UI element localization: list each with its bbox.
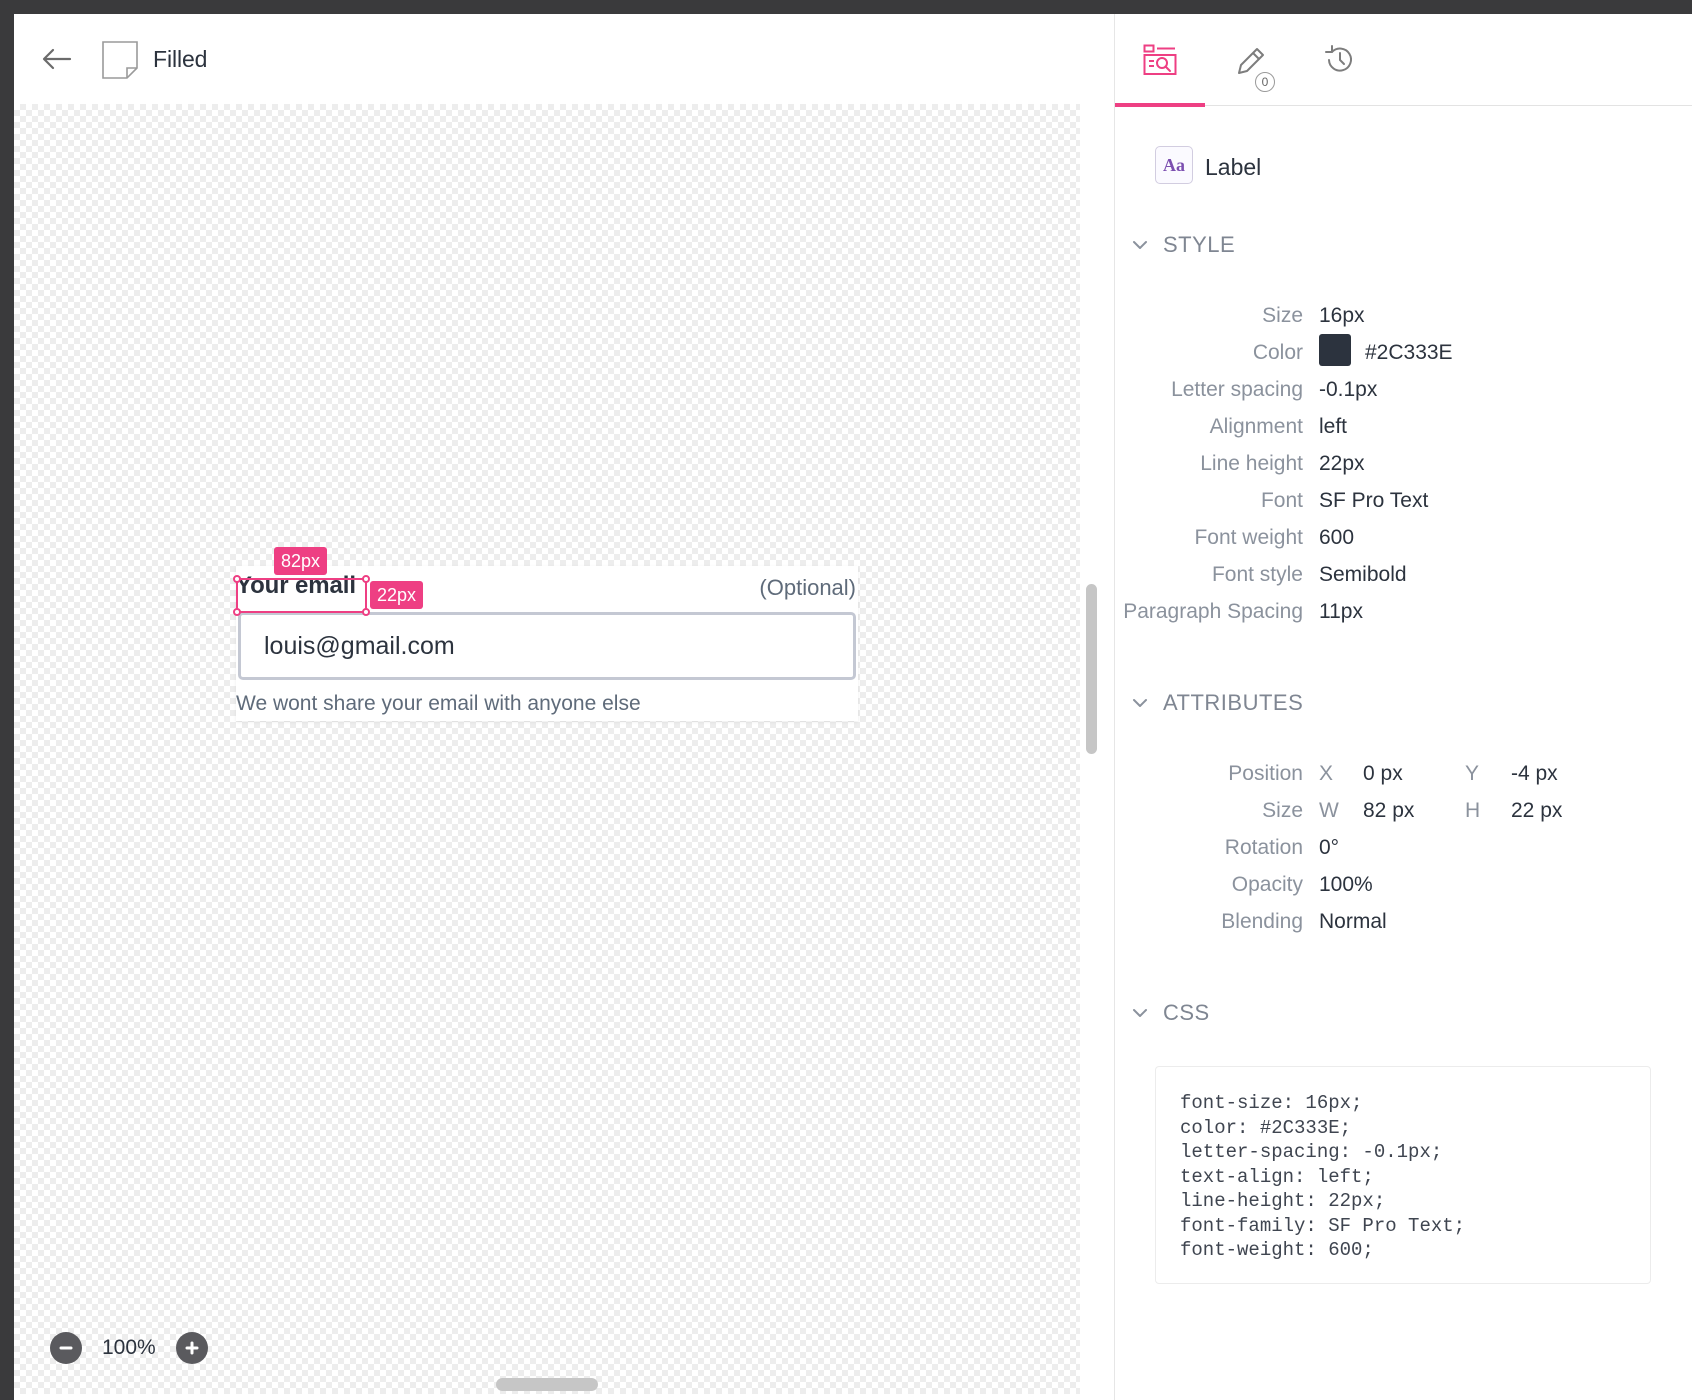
css-line: font-weight: 600; <box>1180 1239 1374 1261</box>
tab-inspect[interactable] <box>1115 14 1205 107</box>
plus-icon <box>185 1341 199 1355</box>
prop-label: Alignment <box>1209 415 1303 438</box>
prop-value[interactable]: SF Pro Text <box>1319 489 1428 513</box>
help-text[interactable]: We wont share your email with anyone els… <box>236 692 641 716</box>
tab-history[interactable] <box>1295 14 1385 106</box>
document-title: Filled <box>153 46 208 72</box>
y-key: Y <box>1465 762 1480 785</box>
prop-label: Blending <box>1221 910 1303 933</box>
field-label[interactable]: Your email <box>236 572 356 600</box>
zoom-level: 100% <box>102 1336 156 1359</box>
prop-label: Size <box>1262 304 1303 327</box>
h-key: H <box>1465 799 1481 822</box>
chevron-down-icon <box>1133 699 1147 707</box>
prop-label: Font style <box>1211 563 1303 586</box>
prop-label: Paragraph Spacing <box>1123 600 1303 623</box>
canvas[interactable] <box>14 104 1080 1394</box>
prop-label: Line height <box>1200 452 1303 475</box>
zoom-out-button[interactable] <box>50 1332 82 1364</box>
prop-value[interactable]: #2C333E <box>1365 341 1453 365</box>
height-badge: 22px <box>370 581 424 609</box>
tab-comments[interactable]: 0 <box>1205 14 1295 106</box>
prop-value[interactable]: 22px <box>1319 452 1365 476</box>
prop-value[interactable]: left <box>1319 415 1347 439</box>
prop-label: Font <box>1260 489 1303 512</box>
email-field-component[interactable]: Your email (Optional) We wont share your… <box>236 566 858 721</box>
style-row: Paragraph Spacing 11px <box>1115 600 1692 630</box>
prop-value[interactable]: 0° <box>1319 836 1339 860</box>
style-row: Size 16px <box>1115 304 1692 334</box>
w-value[interactable]: 82 px <box>1363 799 1414 823</box>
inspect-icon <box>1143 44 1177 75</box>
css-line: color: #2C333E; <box>1180 1116 1352 1139</box>
prop-label: Rotation <box>1224 836 1303 859</box>
app-window: Filled Your email (Optional) We wont sha… <box>14 14 1692 1400</box>
attr-row: Opacity 100% <box>1115 873 1692 903</box>
email-input[interactable] <box>238 612 856 680</box>
x-key: X <box>1319 762 1334 785</box>
style-row: Font weight 600 <box>1115 526 1692 556</box>
prop-value[interactable]: 11px <box>1319 600 1363 624</box>
prop-value[interactable]: 100% <box>1319 873 1373 897</box>
css-line: text-align: left; <box>1180 1165 1374 1188</box>
width-badge: 82px <box>274 547 328 575</box>
comments-count-badge: 0 <box>1255 72 1275 92</box>
style-row: Line height 22px <box>1115 452 1692 482</box>
chevron-down-icon <box>1133 1009 1147 1017</box>
attr-row: Rotation 0° <box>1115 836 1692 866</box>
color-swatch[interactable] <box>1319 334 1351 366</box>
attr-row: Blending Normal <box>1115 910 1692 940</box>
horizontal-scrollbar[interactable] <box>496 1378 598 1391</box>
arrow-left-icon <box>42 48 72 70</box>
attributes-section-toggle[interactable]: ATTRIBUTES <box>1131 690 1303 716</box>
size-row: Size W 82 px H 22 px <box>1115 799 1692 829</box>
style-row: Font SF Pro Text <box>1115 489 1692 519</box>
prop-value[interactable]: Normal <box>1319 910 1387 934</box>
style-row: Alignment left <box>1115 415 1692 445</box>
back-button[interactable] <box>40 44 74 74</box>
css-line: line-height: 22px; <box>1180 1190 1386 1212</box>
prop-label: Size <box>1262 799 1303 822</box>
artboard-icon <box>101 40 139 80</box>
prop-label: Letter spacing <box>1171 378 1303 401</box>
inspector-panel: 0 Aa Label STYLE Size 16px Color #2C333E… <box>1114 14 1692 1400</box>
style-row: Letter spacing -0.1px <box>1115 378 1692 408</box>
inspector-tabs: 0 <box>1115 14 1692 107</box>
css-code-block[interactable]: font-size: 16px; color: #2C333E; letter-… <box>1155 1066 1651 1284</box>
zoom-in-button[interactable] <box>176 1332 208 1364</box>
css-line: letter-spacing: -0.1px; <box>1180 1141 1443 1163</box>
prop-value[interactable]: 16px <box>1319 304 1365 328</box>
position-row: Position X 0 px Y -4 px <box>1115 762 1692 792</box>
prop-label: Position <box>1228 762 1303 785</box>
chevron-down-icon <box>1133 241 1147 249</box>
css-section-toggle[interactable]: CSS <box>1131 1000 1210 1026</box>
style-row: Font style Semibold <box>1115 563 1692 593</box>
style-section-toggle[interactable]: STYLE <box>1131 232 1235 258</box>
x-value[interactable]: 0 px <box>1363 762 1403 786</box>
prop-label: Opacity <box>1231 873 1303 896</box>
h-value[interactable]: 22 px <box>1511 799 1562 823</box>
css-line: font-family: SF Pro Text; <box>1180 1214 1466 1237</box>
style-section-heading: STYLE <box>1163 232 1236 257</box>
minus-icon <box>59 1346 73 1350</box>
vertical-scrollbar[interactable] <box>1086 584 1097 754</box>
prop-value[interactable]: 600 <box>1319 526 1354 550</box>
css-line: font-size: 16px; <box>1180 1092 1363 1114</box>
optional-hint[interactable]: (Optional) <box>759 575 856 601</box>
history-icon <box>1325 45 1352 72</box>
text-layer-icon: Aa <box>1155 146 1193 184</box>
attributes-section-heading: ATTRIBUTES <box>1163 690 1304 715</box>
prop-value[interactable]: -0.1px <box>1319 378 1377 402</box>
y-value[interactable]: -4 px <box>1511 762 1558 786</box>
w-key: W <box>1319 799 1339 822</box>
style-row: Color #2C333E <box>1115 334 1692 371</box>
prop-label: Font weight <box>1194 526 1303 549</box>
prop-label: Color <box>1252 341 1303 364</box>
css-section-heading: CSS <box>1163 1000 1210 1025</box>
prop-value[interactable]: Semibold <box>1319 563 1407 587</box>
top-bar: Filled <box>14 14 1104 104</box>
layer-name: Label <box>1205 154 1262 180</box>
canvas-pane: Filled Your email (Optional) We wont sha… <box>14 14 1104 1400</box>
